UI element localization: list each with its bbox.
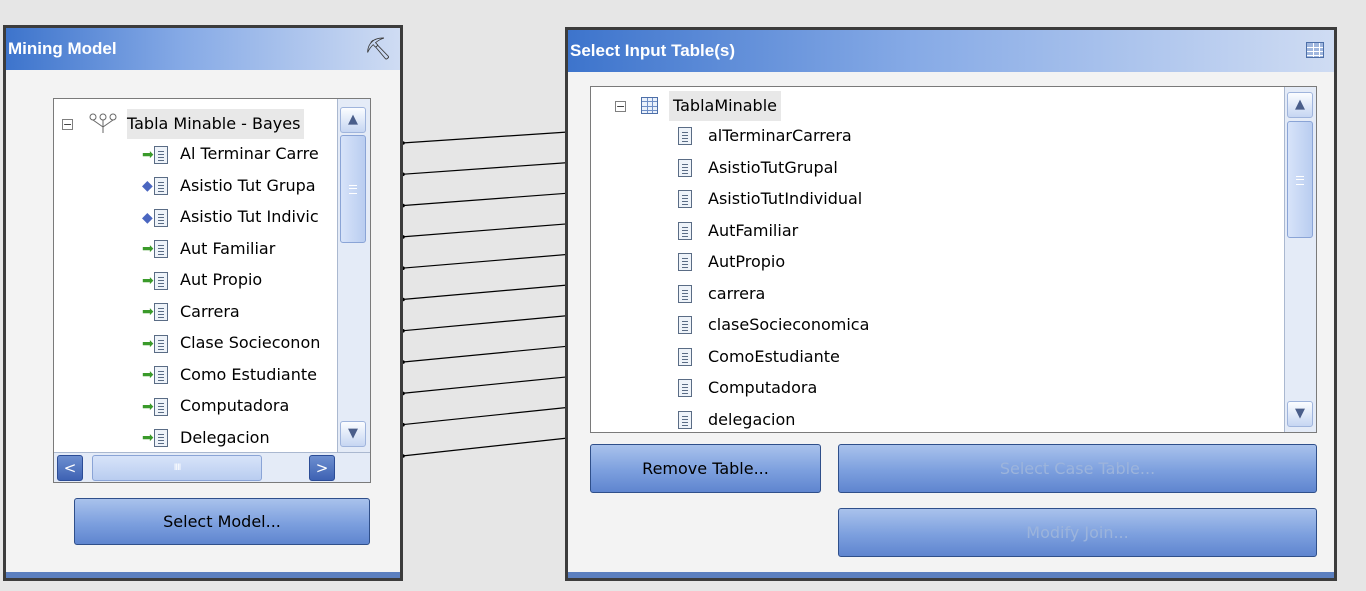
column-icon [678,410,692,429]
mining-column-label: Clase Socieconon [180,333,321,352]
table-icon[interactable] [1306,42,1324,58]
mapping-line [401,131,569,144]
input-table-vscrollbar[interactable]: ▲ ▼ [1284,87,1316,432]
mining-model-panel: Mining Model ⛏ − Tabla Minable - Bayes ➡… [3,25,403,581]
mining-column-label: Asistio Tut Indivic [180,207,319,226]
table-column-label: delegacion [708,409,796,429]
input-column-icon: ➡ [142,328,176,359]
mining-model-tree[interactable]: − Tabla Minable - Bayes ➡ Al Terminar Car… [53,98,371,483]
input-column-icon: ➡ [142,360,176,391]
scroll-left-button[interactable]: < [57,455,83,481]
input-table-tree[interactable]: − TablaMinable alTerminarCarrera AsistioT… [590,86,1317,433]
column-icon [678,347,692,366]
collapse-expander[interactable]: − [62,119,73,130]
input-tables-bottom-bar [568,572,1334,578]
mapping-line [401,192,569,207]
mining-column-label: Aut Propio [180,270,263,289]
mining-column-label: Carrera [180,301,240,321]
mining-model-title-bar: Mining Model ⛏ [6,28,400,70]
hscroll-thumb[interactable]: IIII [92,455,262,481]
mining-column-label: Aut Familiar [180,238,276,258]
column-icon [678,221,692,240]
modify-join-button[interactable]: Modify Join... [838,508,1317,557]
mapping-line [401,223,569,238]
column-icon [678,284,692,303]
table-icon [641,97,658,114]
scroll-up-button[interactable]: ▲ [1287,92,1313,118]
predict-input-icon: ◆ [142,171,176,202]
table-column-label: carrera [708,283,766,303]
table-column-label: alTerminarCarrera [708,126,852,145]
input-tables-title-bar: Select Input Table(s) [568,30,1334,72]
mining-model-vscrollbar[interactable]: ▲ ▼ [337,99,370,452]
table-column-label: Computadora [708,378,818,397]
scroll-down-button[interactable]: ▼ [340,421,366,447]
table-column-label: claseSocieconomica [708,315,870,334]
mapping-line [401,162,569,175]
mining-column-label: Computadora [180,396,290,415]
input-column-icon: ➡ [142,265,176,296]
column-icon [678,190,692,208]
column-icon [678,158,692,177]
scroll-right-button[interactable]: > [309,455,335,481]
input-column-icon: ➡ [142,234,176,265]
mapping-line [401,437,569,457]
collapse-expander[interactable]: − [615,101,626,112]
mapping-line [401,284,569,301]
mining-model-title: Mining Model [8,39,117,58]
column-icon [678,253,692,271]
pickaxe-icon[interactable]: ⛏ [364,28,392,70]
mining-model-bottom-bar [6,572,400,578]
column-icon [678,316,692,334]
column-icon [678,127,692,145]
column-icon [678,379,692,397]
scroll-up-button[interactable]: ▲ [340,107,366,133]
input-tables-title: Select Input Table(s) [570,41,735,60]
table-column-label: AsistioTutGrupal [708,157,838,177]
scroll-thumb[interactable] [1287,121,1313,238]
input-tables-panel: Select Input Table(s) − TablaMinable alT… [565,27,1337,581]
mapping-line [401,315,569,332]
input-column-icon: ➡ [142,391,176,422]
mapping-line [401,406,569,426]
mining-column-label: Asistio Tut Grupa [180,175,316,195]
mining-column-label: Al Terminar Carre [180,144,319,163]
predict-input-icon: ◆ [142,202,176,233]
input-column-icon: ➡ [142,423,176,454]
table-column-label: AutPropio [708,252,786,271]
table-column-label: AutFamiliar [708,220,799,240]
mining-column-label: Como Estudiante [180,364,317,384]
scroll-down-button[interactable]: ▼ [1287,401,1313,427]
input-column-icon: ➡ [142,139,176,170]
scroll-thumb[interactable] [340,135,366,243]
select-case-table-button[interactable]: Select Case Table... [838,444,1317,493]
input-column-icon: ➡ [142,297,176,328]
mining-model-hscrollbar[interactable]: < IIII > [54,452,370,482]
mapping-line [401,253,569,269]
mapping-line [401,376,569,394]
select-model-button[interactable]: Select Model... [74,498,370,545]
mining-structure-icon [89,113,117,135]
tree-root-label: Tabla Minable - Bayes [127,109,305,139]
table-name-label: TablaMinable [669,91,781,121]
mining-column-label: Delegacion [180,427,270,447]
mapping-line [401,345,569,363]
remove-table-button[interactable]: Remove Table... [590,444,821,493]
table-column-label: ComoEstudiante [708,346,840,366]
table-column-label: AsistioTutIndividual [708,189,863,208]
